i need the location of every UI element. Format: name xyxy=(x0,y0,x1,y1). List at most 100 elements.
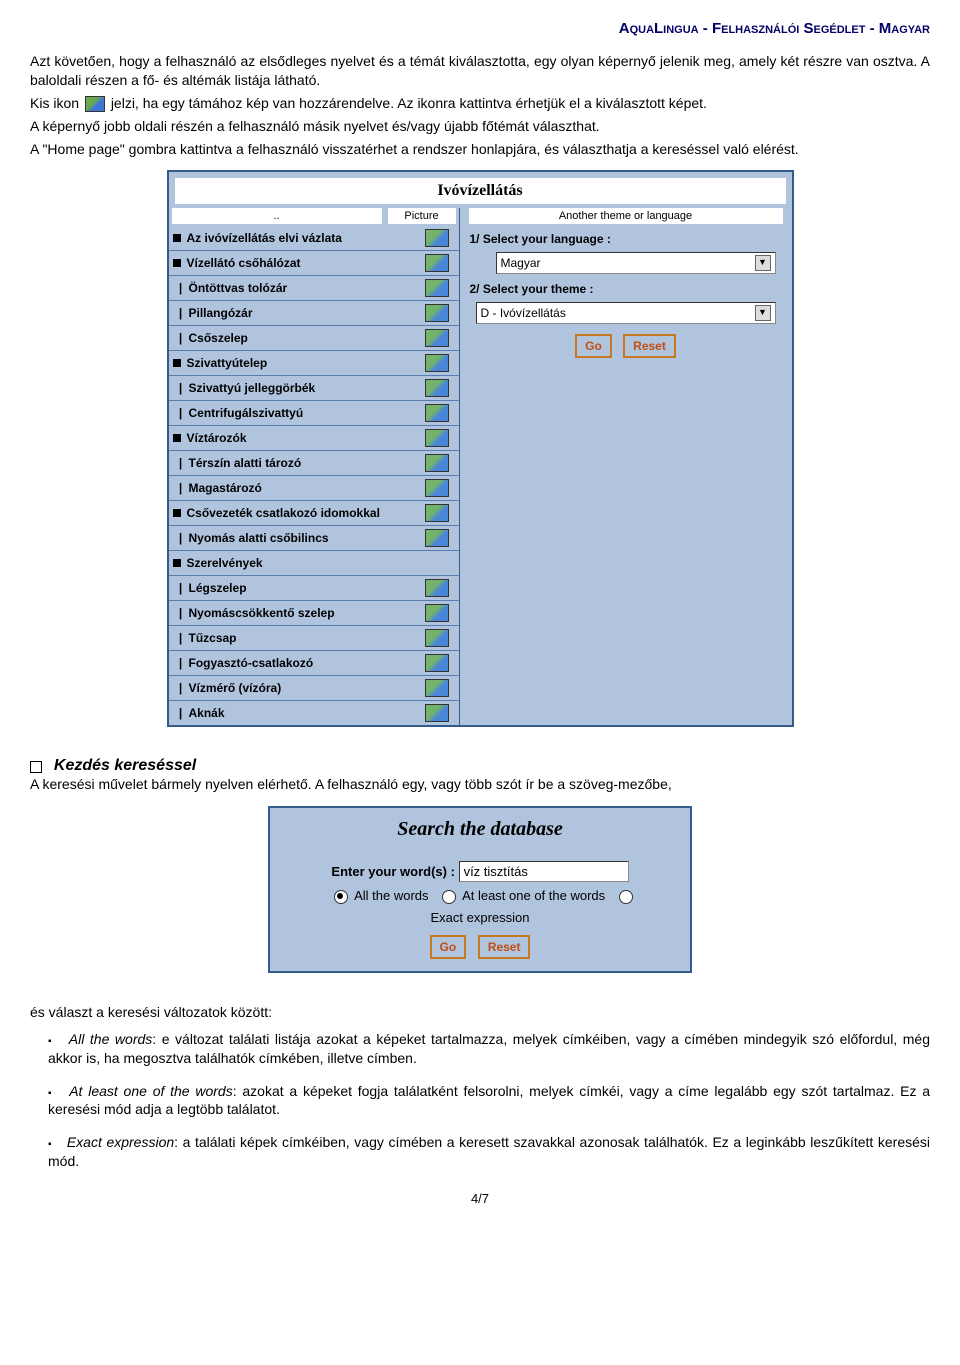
picture-icon[interactable] xyxy=(425,254,449,272)
list-item[interactable]: |Vízmérő (vízóra) xyxy=(169,675,459,700)
picture-icon[interactable] xyxy=(425,304,449,322)
reset-button[interactable]: Reset xyxy=(623,334,676,358)
list-item[interactable]: |Nyomás alatti csőbilincs xyxy=(169,525,459,550)
list-item[interactable]: Szerelvények xyxy=(169,550,459,575)
indent-bar-icon: | xyxy=(173,406,189,420)
item-label: Szivattyútelep xyxy=(187,356,425,370)
radio-all-words[interactable] xyxy=(334,890,348,904)
square-bullet-icon xyxy=(173,509,181,517)
picture-icon[interactable] xyxy=(425,529,449,547)
indent-bar-icon: | xyxy=(173,656,189,670)
list-item[interactable]: |Szivattyú jelleggörbék xyxy=(169,375,459,400)
indent-bar-icon: | xyxy=(173,481,189,495)
chevron-down-icon: ▼ xyxy=(755,255,771,271)
intro2a: Kis ikon xyxy=(30,95,83,111)
item-label: Tűzcsap xyxy=(189,631,425,645)
picture-icon[interactable] xyxy=(425,379,449,397)
square-bullet-icon xyxy=(173,434,181,442)
picture-icon[interactable] xyxy=(425,454,449,472)
picture-icon[interactable] xyxy=(425,579,449,597)
picture-icon[interactable] xyxy=(425,479,449,497)
list-item[interactable]: Csővezeték csatlakozó idomokkal xyxy=(169,500,459,525)
picture-icon[interactable] xyxy=(425,354,449,372)
indent-bar-icon: | xyxy=(173,331,189,345)
picture-icon[interactable] xyxy=(425,629,449,647)
search-panel: Search the database Enter your word(s) :… xyxy=(268,806,692,973)
list-item[interactable]: |Nyomáscsökkentő szelep xyxy=(169,600,459,625)
option-name: At least one of the words xyxy=(69,1083,233,1099)
list-item[interactable]: Vízellátó csőhálózat xyxy=(169,250,459,275)
search-go-button[interactable]: Go xyxy=(430,935,467,959)
item-label: Fogyasztó-csatlakozó xyxy=(189,656,425,670)
indent-bar-icon: | xyxy=(173,306,189,320)
square-bullet-icon xyxy=(173,259,181,267)
intro2b: jelzi, ha egy támához kép van hozzárende… xyxy=(111,95,707,111)
picture-icon[interactable] xyxy=(425,404,449,422)
picture-icon[interactable] xyxy=(425,679,449,697)
picture-icon xyxy=(85,96,105,112)
opt-exact: Exact expression xyxy=(431,910,530,925)
section-title: Kezdés kereséssel xyxy=(54,757,196,774)
search-reset-button[interactable]: Reset xyxy=(478,935,531,959)
list-item[interactable]: |Fogyasztó-csatlakozó xyxy=(169,650,459,675)
go-button[interactable]: Go xyxy=(575,334,612,358)
picture-icon[interactable] xyxy=(425,604,449,622)
search-input[interactable]: víz tisztítás xyxy=(459,861,629,882)
item-label: Nyomáscsökkentő szelep xyxy=(189,606,425,620)
intro-paragraph-2: Kis ikon jelzi, ha egy támához kép van h… xyxy=(30,94,930,113)
theme-dropdown[interactable]: D - Ivóvízellátás ▼ xyxy=(476,302,776,324)
intro-paragraph-4: A "Home page" gombra kattintva a felhasz… xyxy=(30,140,930,159)
indent-bar-icon: | xyxy=(173,531,189,545)
picture-icon[interactable] xyxy=(425,329,449,347)
picture-icon[interactable] xyxy=(425,279,449,297)
item-label: Légszelep xyxy=(189,581,425,595)
select-language-label: 1/ Select your language : xyxy=(470,232,782,246)
picture-icon[interactable] xyxy=(425,429,449,447)
square-bullet-icon xyxy=(173,234,181,242)
list-item[interactable]: |Magastározó xyxy=(169,475,459,500)
list-item[interactable]: |Tűzcsap xyxy=(169,625,459,650)
item-label: Térszín alatti tározó xyxy=(189,456,425,470)
list-item[interactable]: |Térszín alatti tározó xyxy=(169,450,459,475)
picture-icon[interactable] xyxy=(425,704,449,722)
chevron-down-icon: ▼ xyxy=(755,305,771,321)
indent-bar-icon: | xyxy=(173,606,189,620)
panel-title: Ivóvízellátás xyxy=(175,178,786,204)
square-bullet-icon xyxy=(173,559,181,567)
indent-bar-icon: | xyxy=(173,456,189,470)
item-label: Aknák xyxy=(189,706,425,720)
list-item[interactable]: |Öntöttvas tolózár xyxy=(169,275,459,300)
enter-words-label: Enter your word(s) : xyxy=(331,864,455,879)
list-item[interactable]: |Aknák xyxy=(169,700,459,725)
indent-bar-icon: | xyxy=(173,681,189,695)
page-number: 4/7 xyxy=(30,1191,930,1206)
radio-exact[interactable] xyxy=(619,890,633,904)
option-desc: : a találati képek címkéiben, vagy címéb… xyxy=(48,1134,930,1169)
radio-at-least-one[interactable] xyxy=(442,890,456,904)
list-item[interactable]: |Pillangózár xyxy=(169,300,459,325)
option-all-words: All the words: e változat találati listá… xyxy=(48,1030,930,1068)
indent-bar-icon: | xyxy=(173,706,189,720)
theme-value: D - Ivóvízellátás xyxy=(481,306,566,320)
list-item[interactable]: Szivattyútelep xyxy=(169,350,459,375)
search-title: Search the database xyxy=(270,808,690,855)
left-header-dots: .. xyxy=(172,208,382,224)
item-label: Víztározók xyxy=(187,431,425,445)
right-header: Another theme or language xyxy=(469,208,783,224)
indent-bar-icon: | xyxy=(173,631,189,645)
indent-bar-icon: | xyxy=(173,581,189,595)
picture-icon[interactable] xyxy=(425,504,449,522)
list-item[interactable]: Az ivóvízellátás elvi vázlata xyxy=(169,226,459,250)
language-value: Magyar xyxy=(501,256,541,270)
language-dropdown[interactable]: Magyar ▼ xyxy=(496,252,776,274)
option-desc: : e változat találati listája azokat a k… xyxy=(48,1031,930,1066)
list-item[interactable]: |Csőszelep xyxy=(169,325,459,350)
picture-icon[interactable] xyxy=(425,229,449,247)
list-item[interactable]: |Légszelep xyxy=(169,575,459,600)
list-item[interactable]: Víztározók xyxy=(169,425,459,450)
list-item[interactable]: |Centrifugálszivattyú xyxy=(169,400,459,425)
item-label: Az ivóvízellátás elvi vázlata xyxy=(187,231,425,245)
item-label: Szivattyú jelleggörbék xyxy=(189,381,425,395)
picture-icon[interactable] xyxy=(425,654,449,672)
indent-bar-icon: | xyxy=(173,381,189,395)
